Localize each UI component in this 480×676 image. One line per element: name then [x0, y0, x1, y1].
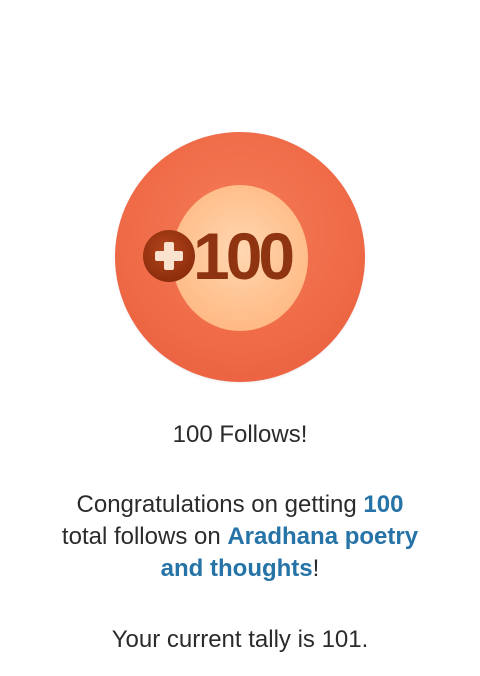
message-prefix: Congratulations on getting [76, 491, 364, 518]
badge-number: 100 [193, 219, 295, 293]
badge-outer-circle: 100 [115, 132, 365, 382]
plus-circle-icon [143, 230, 195, 282]
message-middle: total follows on [61, 523, 228, 550]
message-suffix: ! [312, 555, 320, 582]
achievement-badge: 100 [115, 132, 365, 382]
current-tally: Your current tally is 101. [111, 626, 369, 653]
badge-content: 100 [143, 219, 295, 293]
congratulations-message: Congratulations on getting 100 total fol… [0, 489, 480, 585]
achievement-title: 100 Follows! [172, 421, 308, 448]
follow-count: 100 [363, 491, 404, 518]
